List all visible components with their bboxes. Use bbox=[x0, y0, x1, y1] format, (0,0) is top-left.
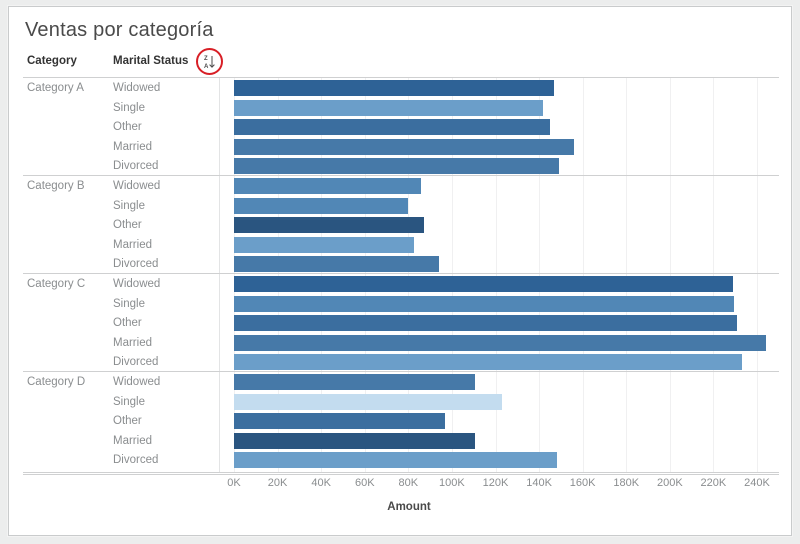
label-column-divider bbox=[219, 78, 220, 472]
axis-tick-label: 100K bbox=[439, 477, 465, 489]
gridline bbox=[495, 78, 497, 472]
marital-status-label: Other bbox=[113, 121, 142, 134]
axis-title: Amount bbox=[387, 501, 431, 513]
category-group-divider bbox=[23, 273, 779, 274]
bar[interactable] bbox=[234, 413, 446, 430]
marital-status-label: Single bbox=[113, 101, 145, 114]
marital-status-label: Married bbox=[113, 238, 152, 251]
axis-tick-label: 60K bbox=[354, 477, 375, 489]
marital-status-label: Single bbox=[113, 297, 145, 310]
category-group-divider bbox=[23, 175, 779, 176]
marital-status-label: Divorced bbox=[113, 258, 159, 271]
marital-status-label: Single bbox=[113, 395, 145, 408]
marital-status-label: Single bbox=[113, 199, 145, 212]
axis-tick-label: 180K bbox=[613, 477, 640, 489]
gridline bbox=[539, 78, 541, 472]
marital-status-label: Married bbox=[113, 434, 152, 447]
axis-tick-label: 200K bbox=[656, 477, 683, 489]
axis-tick-label: 140K bbox=[526, 477, 552, 489]
sort-annotation-circle bbox=[196, 48, 223, 75]
page-title: Ventas por categoría bbox=[25, 19, 214, 41]
gridline bbox=[713, 78, 715, 472]
category-group-divider bbox=[23, 371, 779, 372]
axis-tick-label: 80K bbox=[398, 477, 419, 489]
bar[interactable] bbox=[234, 119, 550, 136]
bar[interactable] bbox=[234, 452, 557, 469]
bar[interactable] bbox=[234, 99, 544, 116]
bar[interactable] bbox=[234, 178, 422, 194]
gridline bbox=[757, 78, 758, 472]
axis-tick-label: 240K bbox=[744, 477, 770, 489]
bar[interactable] bbox=[234, 80, 555, 96]
axis-tick-label: 160K bbox=[569, 477, 596, 489]
marital-status-label: Other bbox=[113, 317, 142, 330]
marital-status-label: Widowed bbox=[113, 278, 161, 290]
bar[interactable] bbox=[234, 276, 734, 292]
category-label: Category B bbox=[27, 180, 85, 192]
axis-divider bbox=[23, 472, 779, 473]
marital-status-label: Divorced bbox=[113, 356, 159, 369]
bar[interactable] bbox=[234, 236, 414, 253]
gridline bbox=[669, 78, 671, 472]
bar[interactable] bbox=[234, 354, 742, 371]
bar[interactable] bbox=[234, 197, 409, 214]
bar[interactable] bbox=[234, 158, 559, 175]
marital-status-label: Widowed bbox=[113, 82, 161, 94]
marital-status-label: Widowed bbox=[113, 376, 161, 388]
marital-status-label: Married bbox=[113, 140, 152, 153]
bar[interactable] bbox=[234, 374, 475, 390]
column-header-row: Category Marital Status Z A bbox=[23, 48, 779, 75]
category-label: Category D bbox=[27, 376, 86, 388]
gridline bbox=[626, 78, 628, 472]
bar[interactable] bbox=[234, 334, 766, 351]
axis-tick-label: 20K bbox=[267, 477, 288, 489]
axis-tick-label: 40K bbox=[311, 477, 331, 489]
marital-status-label: Divorced bbox=[113, 160, 159, 173]
category-label: Category C bbox=[27, 278, 86, 290]
gridline bbox=[451, 78, 453, 472]
marital-status-label: Married bbox=[113, 336, 152, 349]
bar[interactable] bbox=[234, 256, 439, 273]
bar[interactable] bbox=[234, 138, 574, 155]
marital-status-label: Other bbox=[113, 415, 142, 428]
bar[interactable] bbox=[234, 217, 424, 234]
marital-status-label: Other bbox=[113, 219, 142, 232]
chart-window: Ventas por categoría Category Marital St… bbox=[8, 6, 792, 536]
axis-tick-label: 220K bbox=[700, 477, 727, 489]
axis-tick-label: 0K bbox=[227, 477, 241, 489]
gridline bbox=[582, 78, 584, 472]
bar[interactable] bbox=[234, 315, 738, 332]
marital-status-label: Widowed bbox=[113, 180, 161, 192]
column-header-category[interactable]: Category bbox=[27, 55, 77, 67]
bar[interactable] bbox=[234, 393, 503, 410]
category-label: Category A bbox=[27, 82, 84, 94]
bar[interactable] bbox=[234, 295, 735, 312]
category-group-divider bbox=[23, 474, 779, 475]
column-header-marital-status[interactable]: Marital Status bbox=[113, 55, 188, 67]
chart-plot-area: Category A Widowed Single Other Married Divor… bbox=[23, 78, 779, 475]
bar[interactable] bbox=[234, 432, 475, 449]
marital-status-label: Divorced bbox=[113, 454, 159, 467]
axis-tick-label: 120K bbox=[482, 477, 509, 489]
